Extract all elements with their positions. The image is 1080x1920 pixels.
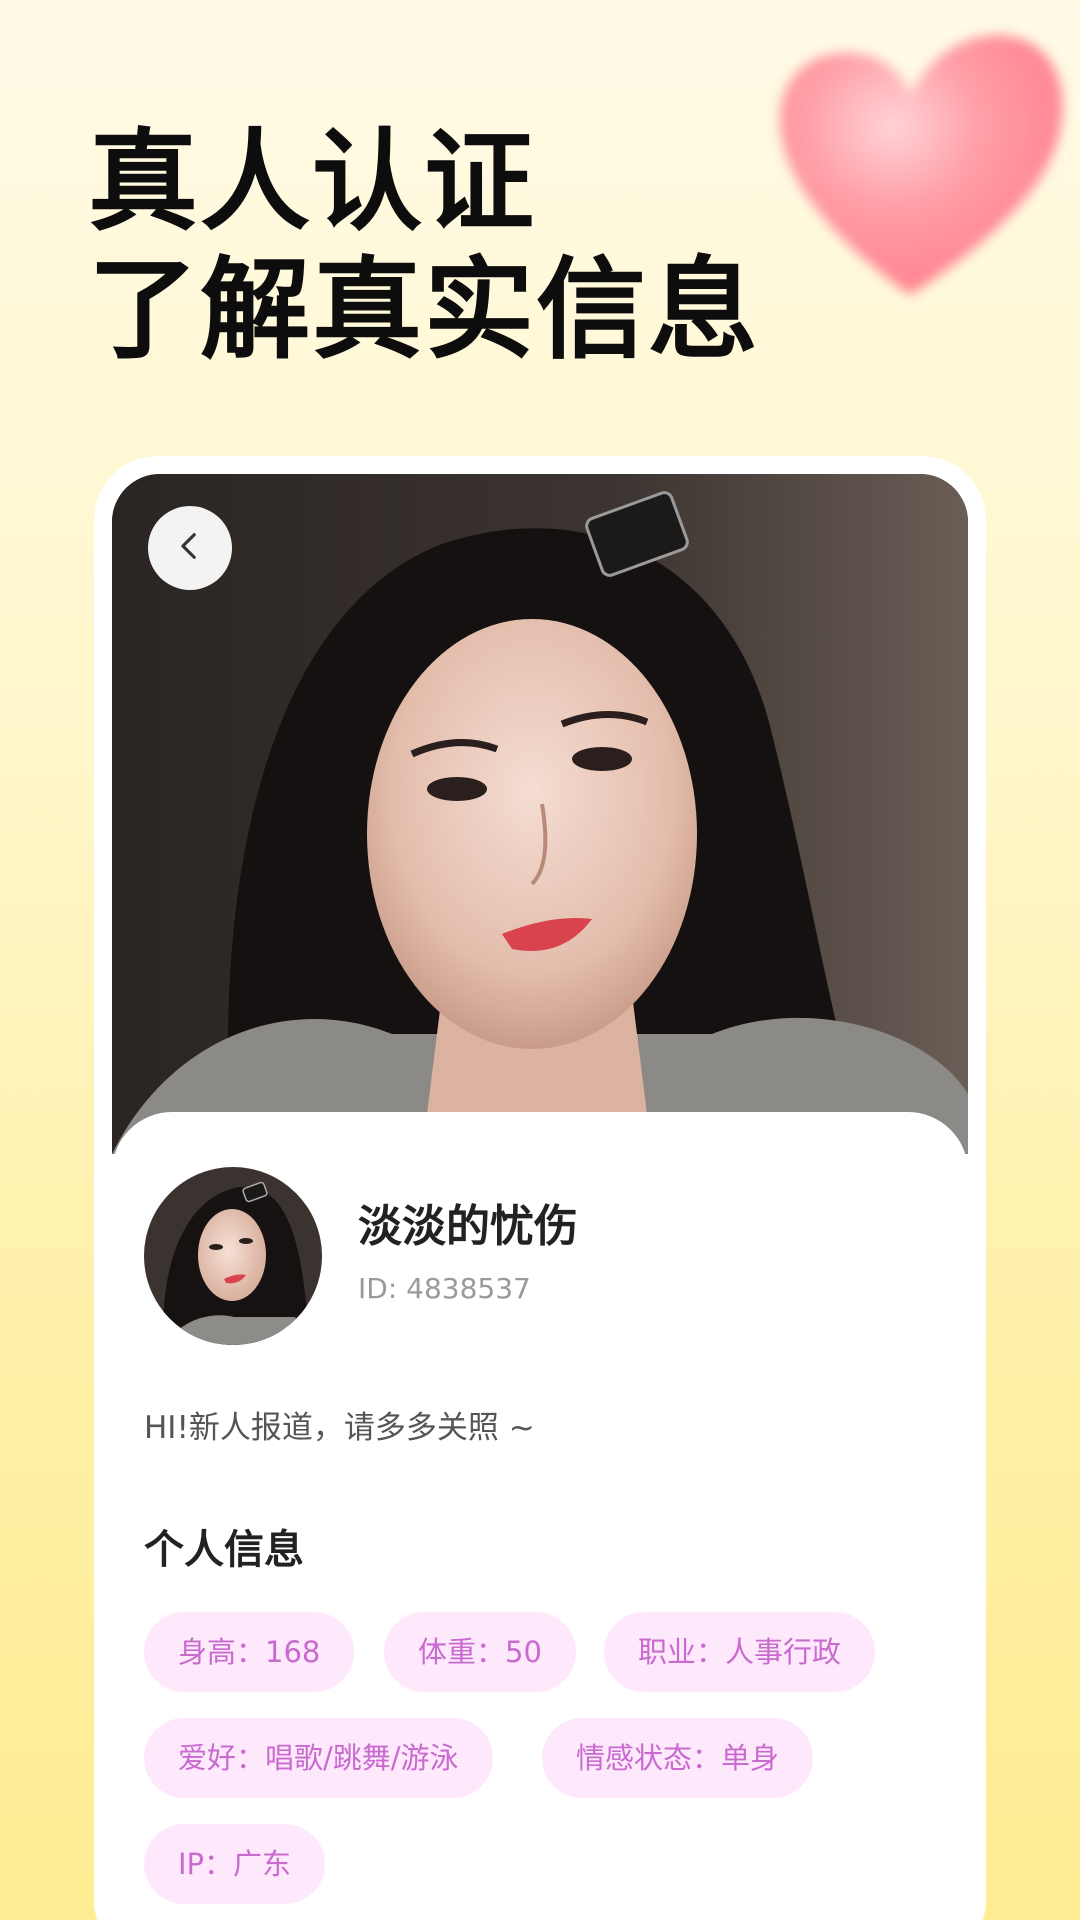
section-title-personal-info: 个人信息 [144, 1527, 304, 1573]
headline: 真人认证 了解真实信息 [88, 118, 760, 374]
user-name: 淡淡的忧伤 [358, 1201, 578, 1252]
user-id: ID: 4838537 [358, 1272, 531, 1305]
headline-line-1: 真人认证 [88, 118, 536, 246]
headline-line-2: 了解真实信息 [88, 246, 760, 374]
avatar[interactable] [144, 1167, 322, 1345]
profile-photo [112, 474, 968, 1154]
profile-info-panel: 淡淡的忧伤 ID: 4838537 HI!新人报道，请多多关照 ~ 个人信息 身… [112, 1112, 968, 1920]
profile-card: 淡淡的忧伤 ID: 4838537 HI!新人报道，请多多关照 ~ 个人信息 身… [98, 460, 982, 1920]
tag-relationship: 情感状态：单身 [542, 1718, 814, 1798]
tag-height: 身高：168 [144, 1612, 355, 1692]
tag-ip: IP：广东 [144, 1824, 326, 1904]
user-bio: HI!新人报道，请多多关照 ~ [144, 1410, 535, 1446]
tag-weight: 体重：50 [384, 1612, 576, 1692]
tag-occupation: 职业：人事行政 [604, 1612, 876, 1692]
back-button[interactable] [148, 506, 232, 590]
tag-hobbies: 爱好：唱歌/跳舞/游泳 [144, 1718, 493, 1798]
chevron-left-icon [173, 529, 207, 567]
heart-icon [760, 10, 1080, 310]
